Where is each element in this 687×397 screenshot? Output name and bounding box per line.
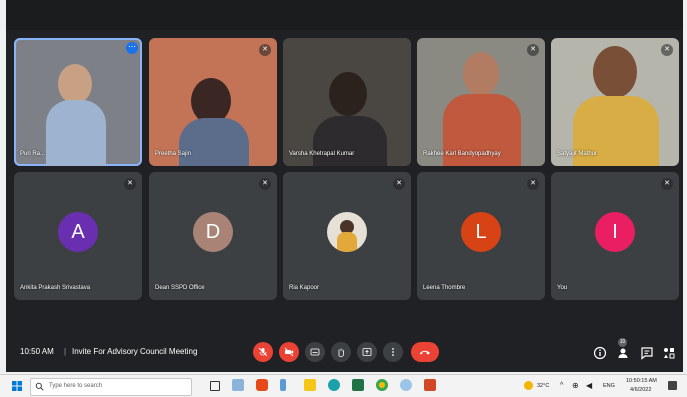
mic-toggle-button[interactable] (253, 342, 273, 362)
avatar: A (58, 212, 98, 252)
camera-toggle-button[interactable] (279, 342, 299, 362)
mic-off-icon: ✕ (124, 178, 136, 190)
avatar: L (461, 212, 501, 252)
participant-tile-satyajit[interactable]: ✕ Satyajit Mathur (551, 38, 679, 166)
meeting-control-bar: 10:50 AM | Invite For Advisory Council M… (6, 332, 683, 372)
meeting-title: Invite For Advisory Council Meeting (72, 347, 198, 356)
keyboard-language[interactable]: ENG (603, 383, 615, 389)
participant-name: Ria Kapoor (289, 285, 320, 291)
weather-temperature[interactable]: 32°C (537, 383, 549, 389)
windows-start-icon[interactable] (12, 381, 22, 391)
windows-taskbar: Type here to search 32°C ^ ⊕ ◀ ENG 10:50… (0, 374, 687, 397)
paint-brush-icon[interactable] (400, 379, 412, 391)
participant-name: Ankita Prakash Srivastava (20, 285, 91, 291)
participant-tile-rakhee[interactable]: ✕ Rakhee Karl Bandyopadhyay (417, 38, 545, 166)
camera-off-icon (284, 347, 294, 357)
hand-icon (338, 348, 344, 357)
present-button[interactable] (357, 342, 377, 362)
more-vert-icon (392, 348, 394, 356)
paint-icon[interactable] (280, 379, 286, 391)
chat-icon[interactable] (640, 346, 654, 360)
taskbar-search-box[interactable]: Type here to search (30, 378, 192, 396)
participant-name: You (557, 285, 568, 291)
participant-video (573, 46, 659, 166)
separator: | (64, 347, 67, 356)
edge-browser-icon[interactable] (328, 379, 340, 391)
raise-hand-button[interactable] (331, 342, 351, 362)
participant-video (439, 52, 523, 166)
mic-off-icon: ✕ (661, 44, 673, 56)
mic-off-icon (258, 347, 268, 357)
tray-chevron-up-icon[interactable]: ^ (560, 382, 563, 389)
office-icon[interactable] (256, 379, 268, 391)
meet-window: ⋯ Puri Ra... ✕ Preetha Sajin Varsha Khet… (6, 0, 683, 372)
file-explorer-icon[interactable] (304, 379, 316, 391)
captions-icon (310, 348, 320, 356)
participant-name: Puri Ra... (20, 151, 46, 157)
powerpoint-icon[interactable] (424, 379, 436, 391)
clock-time[interactable]: 10:50:15 AM (626, 378, 657, 384)
people-count-badge: 10 (618, 338, 627, 347)
participant-name: Rakhee Karl Bandyopadhyay (423, 151, 501, 157)
volume-icon[interactable]: ◀ (586, 381, 592, 390)
participant-tile-varsha[interactable]: Varsha Khetrapal Kumar (283, 38, 411, 166)
more-options-button[interactable] (383, 342, 403, 362)
people-icon[interactable] (616, 346, 630, 360)
excel-icon[interactable] (352, 379, 364, 391)
task-view-icon[interactable] (210, 381, 220, 391)
weather-icon[interactable] (524, 381, 533, 390)
phone-hangup-icon (420, 350, 430, 355)
mic-off-icon: ✕ (661, 178, 673, 190)
avatar-photo (327, 212, 367, 252)
chrome-icon[interactable] (376, 379, 388, 391)
participant-name: Preetha Sajin (155, 151, 192, 157)
mic-off-icon: ✕ (259, 178, 271, 190)
top-strip (6, 0, 683, 30)
mic-off-icon: ✕ (259, 44, 271, 56)
more-options-icon[interactable]: ⋯ (126, 42, 138, 54)
participant-tile-preetha[interactable]: ✕ Preetha Sajin (149, 38, 277, 166)
participant-name: Dean SSPD Office (155, 285, 205, 291)
search-icon (35, 382, 44, 391)
participant-tile-ria[interactable]: ✕ Ria Kapoor (283, 172, 411, 300)
participant-tile-you[interactable]: I ✕ You (551, 172, 679, 300)
participant-tile-puri[interactable]: ⋯ Puri Ra... (14, 38, 142, 166)
participant-video (38, 64, 108, 166)
participant-name: Satyajit Mathur (557, 151, 598, 157)
mic-off-icon: ✕ (527, 44, 539, 56)
notifications-icon[interactable] (668, 381, 677, 390)
widgets-icon[interactable] (232, 379, 244, 391)
participant-tile-leena[interactable]: L ✕ Leena Thombre (417, 172, 545, 300)
network-icon[interactable]: ⊕ (572, 381, 579, 390)
participant-name: Varsha Khetrapal Kumar (289, 151, 355, 157)
participant-tile-ankita[interactable]: A ✕ Ankita Prakash Srivastava (14, 172, 142, 300)
mic-off-icon: ✕ (527, 178, 539, 190)
avatar: I (595, 212, 635, 252)
info-icon[interactable] (593, 346, 607, 360)
activities-icon[interactable] (662, 346, 676, 360)
mic-off-icon: ✕ (393, 178, 405, 190)
avatar: D (193, 212, 233, 252)
participant-tile-dean[interactable]: D ✕ Dean SSPD Office (149, 172, 277, 300)
clock-date[interactable]: 4/6/2022 (630, 387, 651, 393)
end-call-button[interactable] (411, 342, 439, 362)
participant-name: Leena Thombre (423, 285, 466, 291)
captions-button[interactable] (305, 342, 325, 362)
search-placeholder: Type here to search (49, 383, 103, 389)
meeting-time: 10:50 AM (20, 347, 54, 356)
present-icon (362, 348, 372, 356)
